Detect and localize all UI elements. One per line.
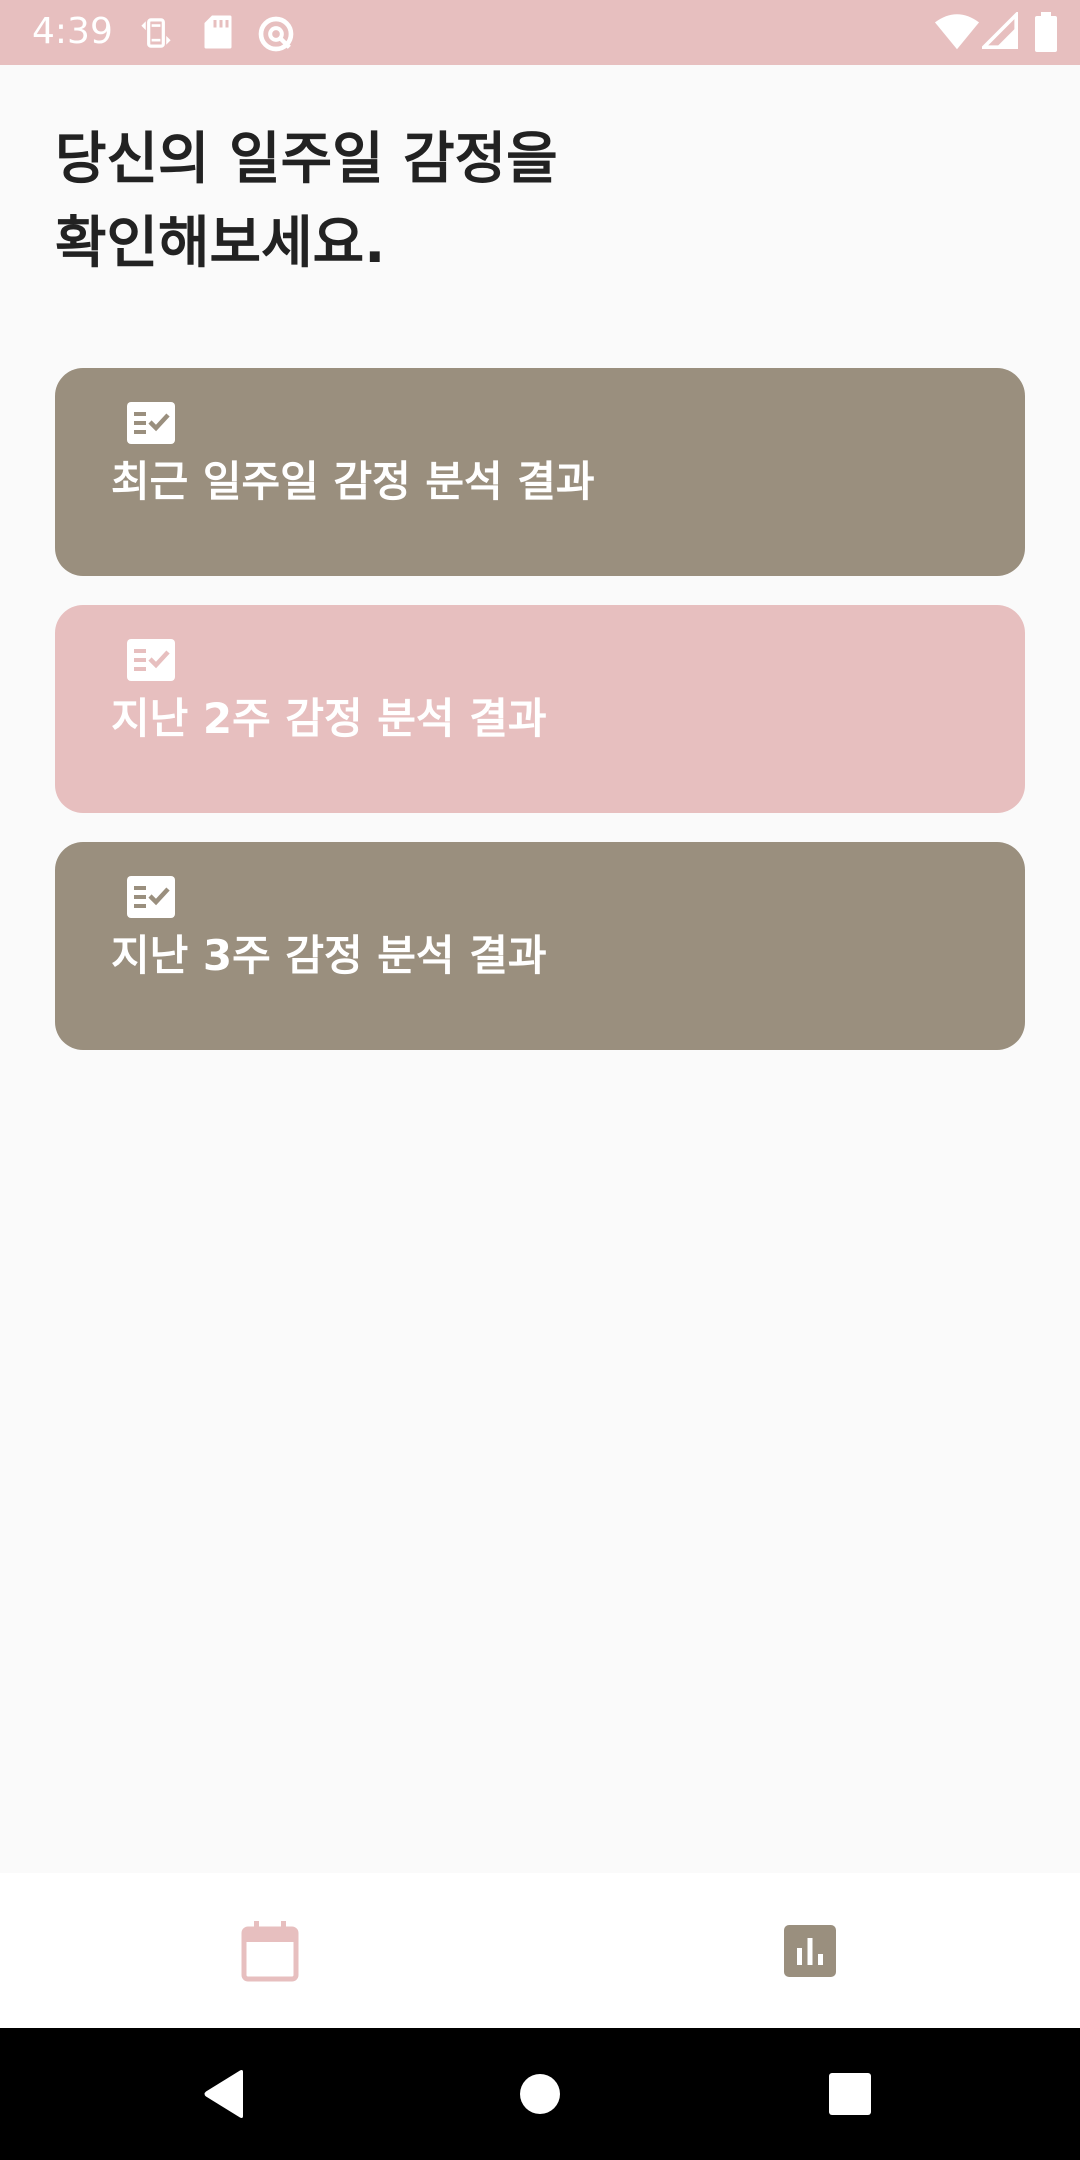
page-title-line-1: 당신의 일주일 감정을 xyxy=(55,127,558,192)
nav-stats-button[interactable] xyxy=(540,1873,1080,2028)
card-label: 최근 일주일 감정 분석 결과 xyxy=(111,457,595,506)
nav-calendar-button[interactable] xyxy=(0,1873,540,2028)
back-button[interactable] xyxy=(165,2048,285,2140)
home-button[interactable] xyxy=(480,2048,600,2140)
data-saver-icon xyxy=(258,16,294,52)
sd-card-icon xyxy=(204,15,232,49)
card-last-3-weeks[interactable]: 지난 3주 감정 분석 결과 xyxy=(55,842,1025,1050)
status-time: 4:39 xyxy=(32,11,113,52)
back-icon xyxy=(204,2070,243,2118)
card-recent-week[interactable]: 최근 일주일 감정 분석 결과 xyxy=(55,368,1025,576)
battery-icon xyxy=(1035,12,1057,52)
screen-rotation-icon xyxy=(141,18,171,48)
bottom-navigation xyxy=(0,1873,1080,2028)
page-title-line-2: 확인해보세요. xyxy=(55,211,386,276)
calendar-icon xyxy=(241,1920,299,1981)
wifi-icon xyxy=(934,14,980,50)
cellular-signal-icon xyxy=(982,12,1018,49)
checklist-icon xyxy=(127,876,175,918)
checklist-icon xyxy=(127,402,175,444)
system-navigation-bar xyxy=(0,2028,1080,2160)
bar-chart-icon xyxy=(784,1924,836,1977)
card-last-2-weeks[interactable]: 지난 2주 감정 분석 결과 xyxy=(55,605,1025,813)
card-label: 지난 3주 감정 분석 결과 xyxy=(111,931,547,980)
recents-icon xyxy=(829,2073,871,2115)
page-title: 당신의 일주일 감정을 확인해보세요. xyxy=(55,118,955,286)
status-bar: 4:39 xyxy=(0,0,1080,65)
card-label: 지난 2주 감정 분석 결과 xyxy=(111,694,547,743)
home-icon xyxy=(520,2074,560,2114)
checklist-icon xyxy=(127,639,175,681)
recents-button[interactable] xyxy=(790,2048,910,2140)
